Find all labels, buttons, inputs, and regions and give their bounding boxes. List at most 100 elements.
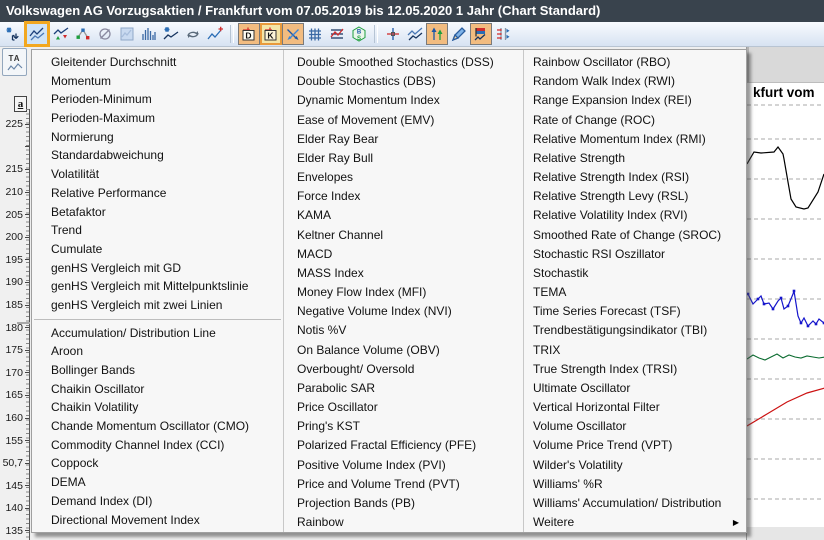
daily-period-button[interactable]: D	[238, 23, 260, 45]
menu-item-indicator[interactable]: Elder Ray Bear	[284, 130, 523, 149]
menu-item-indicator[interactable]: Double Stochastics (DBS)	[284, 72, 523, 91]
menu-item-indicator[interactable]: Stochastik	[524, 264, 745, 283]
buy-sell-signals-button[interactable]: BS	[348, 23, 370, 45]
menu-item-indicator[interactable]: genHS Vergleich mit Mittelpunktslinie	[32, 277, 283, 296]
crosshair-button[interactable]	[382, 23, 404, 45]
menu-item-indicator[interactable]: Wilder's Volatility	[524, 456, 745, 475]
menu-item-indicator[interactable]: Range Expansion Index (REI)	[524, 91, 745, 110]
add-line-button[interactable]	[204, 23, 226, 45]
menu-item-indicator[interactable]: Rate of Change (ROC)	[524, 111, 745, 130]
menu-item-indicator[interactable]: Elder Ray Bull	[284, 149, 523, 168]
menu-item-indicator[interactable]: Aroon	[32, 342, 283, 361]
flag-annotation-button[interactable]	[470, 23, 492, 45]
menu-item-indicator[interactable]: genHS Vergleich mit zwei Linien	[32, 296, 283, 315]
menu-item-indicator[interactable]: Relative Momentum Index (RMI)	[524, 130, 745, 149]
menu-item-indicator[interactable]: MACD	[284, 245, 523, 264]
menu-item-indicator[interactable]: genHS Vergleich mit GD	[32, 259, 283, 278]
levels-button[interactable]	[326, 23, 348, 45]
menu-item-indicator[interactable]: Normierung	[32, 128, 283, 147]
menu-item-indicator[interactable]: On Balance Volume (OBV)	[284, 341, 523, 360]
menu-item-indicator[interactable]: Dynamic Momentum Index	[284, 91, 523, 110]
menu-item-indicator[interactable]: Ease of Movement (EMV)	[284, 111, 523, 130]
menu-item-indicator[interactable]: Commodity Channel Index (CCI)	[32, 436, 283, 455]
menu-item-indicator[interactable]: Relative Performance	[32, 184, 283, 203]
menu-item-indicator[interactable]: Projection Bands (PB)	[284, 494, 523, 513]
menu-item-indicator[interactable]: Price Oscillator	[284, 398, 523, 417]
technical-analysis-button[interactable]: TA	[2, 48, 27, 76]
menu-item-indicator[interactable]: Perioden-Minimum	[32, 90, 283, 109]
menu-item-indicator[interactable]: TRIX	[524, 341, 745, 360]
trend-arrows-button[interactable]	[426, 23, 448, 45]
menu-item-indicator[interactable]: Overbought/ Oversold	[284, 360, 523, 379]
compare-line-button[interactable]	[404, 23, 426, 45]
menu-item-indicator[interactable]: Coppock	[32, 454, 283, 473]
menu-item-indicator[interactable]: Parabolic SAR	[284, 379, 523, 398]
menu-item-indicator[interactable]: Stochastic RSI Oszillator	[524, 245, 745, 264]
menu-item-indicator[interactable]: Demand Index (DI)	[32, 492, 283, 511]
grid-toggle-button[interactable]	[304, 23, 326, 45]
menu-item-indicator[interactable]: TEMA	[524, 283, 745, 302]
recalculate-button[interactable]	[182, 23, 204, 45]
menu-item-indicator[interactable]: Force Index	[284, 187, 523, 206]
candle-chart-button[interactable]: K	[260, 23, 282, 45]
menu-item-indicator[interactable]: Cumulate	[32, 240, 283, 259]
menu-item-indicator[interactable]: Perioden-Maximum	[32, 109, 283, 128]
menu-item-indicator[interactable]: Money Flow Index (MFI)	[284, 283, 523, 302]
menu-item-indicator[interactable]: MASS Index	[284, 264, 523, 283]
menu-item-indicator[interactable]: DEMA	[32, 473, 283, 492]
menu-item-indicator[interactable]: Gleitender Durchschnitt	[32, 53, 283, 72]
pattern-button[interactable]	[72, 23, 94, 45]
menu-item-indicator[interactable]: Volatilität	[32, 165, 283, 184]
menu-item-indicator[interactable]: Rainbow	[284, 513, 523, 532]
menu-item-indicator[interactable]: Betafaktor	[32, 203, 283, 222]
menu-item-indicator[interactable]: Vertical Horizontal Filter	[524, 398, 745, 417]
swap-axes-button[interactable]	[282, 23, 304, 45]
menu-item-indicator[interactable]: Relative Strength	[524, 149, 745, 168]
menu-item-indicator[interactable]: Bollinger Bands	[32, 361, 283, 380]
indicator-menu-button[interactable]	[24, 21, 50, 47]
menu-item-weitere[interactable]: Weitere ▶	[524, 513, 745, 532]
menu-item-indicator[interactable]: Williams' %R	[524, 475, 745, 494]
menu-item-indicator[interactable]: Volume Oscillator	[524, 417, 745, 436]
menu-item-indicator[interactable]: Chaikin Volatility	[32, 398, 283, 417]
new-indicator-button[interactable]	[160, 23, 182, 45]
menu-item-indicator[interactable]: Volume Price Trend (VPT)	[524, 436, 745, 455]
menu-item-indicator[interactable]: Momentum	[32, 72, 283, 91]
remove-drawing-button[interactable]	[94, 23, 116, 45]
menu-item-indicator[interactable]: Trendbestätigungsindikator (TBI)	[524, 321, 745, 340]
menu-item-indicator[interactable]: Negative Volume Index (NVI)	[284, 302, 523, 321]
menu-item-indicator[interactable]: Keltner Channel	[284, 226, 523, 245]
menu-item-indicator[interactable]: KAMA	[284, 206, 523, 225]
menu-item-indicator[interactable]: Smoothed Rate of Change (SROC)	[524, 226, 745, 245]
menu-item-indicator[interactable]: Rainbow Oscillator (RBO)	[524, 53, 745, 72]
menu-item-indicator[interactable]: Directional Movement Index	[32, 511, 283, 530]
area-indicator-button[interactable]	[116, 23, 138, 45]
menu-item-indicator[interactable]: Chaikin Oscillator	[32, 380, 283, 399]
insert-indicator-button[interactable]	[2, 23, 24, 45]
menu-item-indicator[interactable]: Random Walk Index (RWI)	[524, 72, 745, 91]
menu-item-indicator[interactable]: Polarized Fractal Efficiency (PFE)	[284, 436, 523, 455]
menu-group-transformations: Gleitender DurchschnittMomentumPerioden-…	[32, 53, 283, 315]
menu-item-indicator[interactable]: Ultimate Oscillator	[524, 379, 745, 398]
draw-button[interactable]	[448, 23, 470, 45]
menu-item-indicator[interactable]: Time Series Forecast (TSF)	[524, 302, 745, 321]
menu-item-indicator[interactable]: Relative Strength Index (RSI)	[524, 168, 745, 187]
menu-item-indicator[interactable]: Relative Volatility Index (RVI)	[524, 206, 745, 225]
menu-item-indicator[interactable]: Chande Momentum Oscillator (CMO)	[32, 417, 283, 436]
menu-item-indicator[interactable]: Trend	[32, 221, 283, 240]
menu-item-indicator[interactable]: Relative Strength Levy (RSL)	[524, 187, 745, 206]
menu-item-indicator[interactable]: True Strength Index (TRSI)	[524, 360, 745, 379]
menu-item-indicator[interactable]: Positive Volume Index (PVI)	[284, 456, 523, 475]
menu-item-indicator[interactable]: Notis %V	[284, 321, 523, 340]
menu-item-indicator[interactable]: Standardabweichung	[32, 146, 283, 165]
chart-preview[interactable]: kfurt vom	[746, 47, 824, 540]
menu-item-indicator[interactable]: Accumulation/ Distribution Line	[32, 324, 283, 343]
menu-item-indicator[interactable]: Price and Volume Trend (PVT)	[284, 475, 523, 494]
menu-item-indicator[interactable]: Pring's KST	[284, 417, 523, 436]
histogram-button[interactable]	[138, 23, 160, 45]
indicator-signals-button[interactable]	[50, 23, 72, 45]
indicator-list-button[interactable]	[492, 23, 514, 45]
menu-item-indicator[interactable]: Double Smoothed Stochastics (DSS)	[284, 53, 523, 72]
menu-item-indicator[interactable]: Envelopes	[284, 168, 523, 187]
menu-item-indicator[interactable]: Williams' Accumulation/ Distribution	[524, 494, 745, 513]
